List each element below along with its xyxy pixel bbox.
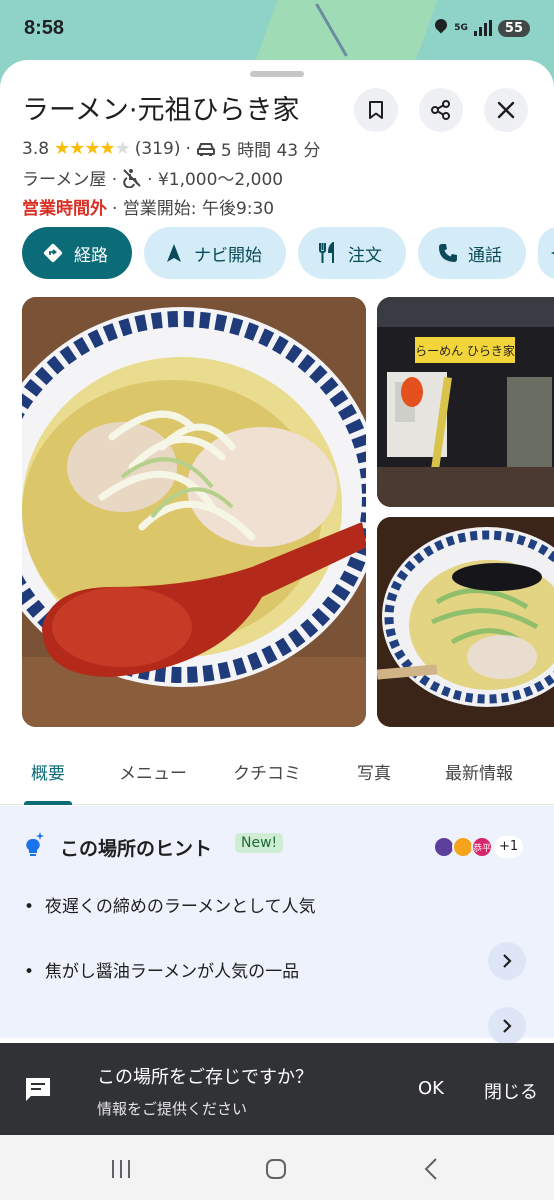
hours-row[interactable]: 営業時間外 · 営業開始: 午後9:30: [22, 194, 274, 219]
rating-stars[interactable]: ★★★★★: [54, 138, 131, 159]
place-tabs: 概要 メニュー クチコミ 写真 最新情報: [0, 757, 554, 805]
hint-text: 夜遅くの締めのラーメンとして人気: [44, 897, 316, 917]
ok-button[interactable]: OK: [418, 1078, 444, 1099]
car-icon: [196, 142, 215, 156]
feedback-chat-icon: [26, 1078, 50, 1101]
place-title: ラーメン·元祖ひらき家: [22, 95, 300, 126]
place-sheet: ラーメン·元祖ひらき家 3.8 ★★★★★ (319) · 5 時間 43 分: [0, 60, 554, 1140]
tab-updates[interactable]: 最新情報: [445, 759, 513, 784]
opening-time: · 営業開始: 午後9:30: [112, 199, 275, 219]
home-icon[interactable]: [265, 1158, 287, 1180]
status-time: 8:58: [24, 16, 65, 39]
recent-apps-icon[interactable]: [110, 1159, 132, 1179]
directions-label: 経路: [74, 245, 108, 266]
feedback-snackbar: この場所をご存じですか？ 情報をご提供ください OK 閉じる: [0, 1043, 554, 1135]
hint-item[interactable]: • 焦がし醤油ラーメンが人気の一品: [24, 957, 299, 982]
hint-expand-button[interactable]: [488, 942, 526, 980]
tab-overview[interactable]: 概要: [31, 759, 65, 784]
phone-icon: [439, 244, 457, 262]
location-icon: [434, 19, 448, 37]
restaurant-icon: [319, 242, 334, 263]
avatar: 恭平: [471, 836, 493, 858]
signal-icon: [473, 20, 492, 36]
more-actions-button[interactable]: [538, 227, 554, 279]
start-navigation-button[interactable]: ナビ開始: [144, 227, 286, 279]
photo-ramen-top-view[interactable]: [377, 517, 554, 727]
rating-value: 3.8: [22, 138, 50, 159]
review-count[interactable]: (319): [135, 139, 181, 159]
open-status: 営業時間外: [22, 199, 107, 219]
chevron-right-icon: [503, 954, 512, 968]
action-buttons: 経路 ナビ開始 注文 通話: [22, 227, 554, 279]
place-hints-card: この場所のヒント New! 恭平 +1 • 夜遅くの締めのラーメンとして人気 •…: [0, 806, 554, 1045]
photo-storefront[interactable]: らーめん ひらき家: [377, 297, 554, 507]
status-bar: 8:58 5G 55: [0, 0, 554, 56]
hint-text: 焦がし醤油ラーメンが人気の一品: [44, 962, 300, 982]
share-button[interactable]: [419, 88, 463, 132]
snackbar-subtitle: 情報をご提供ください: [97, 1100, 248, 1118]
rating-row: 3.8 ★★★★★ (319) · 5 時間 43 分: [22, 136, 321, 161]
call-button[interactable]: 通話: [418, 227, 526, 279]
category-row: ラーメン屋 · · ¥1,000〜2,000: [22, 165, 283, 190]
tab-photos[interactable]: 写真: [357, 759, 391, 784]
directions-button[interactable]: 経路: [22, 227, 132, 279]
share-icon: [431, 100, 450, 120]
storefront-sign: らーめん ひらき家: [415, 343, 515, 358]
drive-time: 5 時間 43 分: [220, 141, 321, 161]
share-icon: [551, 251, 554, 255]
bookmark-icon: [369, 101, 383, 119]
contributor-avatars[interactable]: 恭平 +1: [433, 836, 524, 858]
order-button[interactable]: 注文: [298, 227, 406, 279]
navigation-icon: [167, 244, 181, 262]
more-contributors-count: +1: [494, 836, 524, 858]
close-button[interactable]: [484, 88, 528, 132]
call-label: 通話: [468, 245, 502, 266]
category: ラーメン屋 ·: [22, 170, 118, 190]
active-tab-indicator: [24, 801, 72, 805]
network-type: 5G: [454, 22, 468, 33]
new-badge: New!: [235, 833, 284, 853]
back-icon[interactable]: [423, 1158, 439, 1180]
battery-indicator: 55: [497, 19, 530, 37]
drag-handle[interactable]: [250, 71, 304, 77]
photo-ramen-bowl[interactable]: [22, 297, 366, 727]
navigation-label: ナビ開始: [194, 245, 262, 266]
chevron-right-icon: [503, 1019, 512, 1033]
dismiss-button[interactable]: 閉じる: [484, 1078, 538, 1104]
tab-reviews[interactable]: クチコミ: [233, 759, 301, 784]
snackbar-title: この場所をご存じですか？: [97, 1067, 313, 1088]
directions-icon: [43, 243, 63, 263]
tab-menu[interactable]: メニュー: [119, 759, 187, 784]
hints-title: この場所のヒント: [60, 838, 213, 860]
close-icon: [497, 101, 515, 119]
sparkle-bulb-icon: [26, 832, 44, 856]
system-navigation-bar: [0, 1135, 554, 1200]
hint-expand-button[interactable]: [488, 1007, 526, 1045]
price-range: · ¥1,000〜2,000: [147, 170, 284, 190]
hint-item[interactable]: • 夜遅くの締めのラーメンとして人気: [24, 892, 316, 917]
wheelchair-not-accessible-icon: [123, 168, 141, 188]
separator: ·: [185, 138, 191, 159]
status-icons: 5G 55: [434, 19, 530, 37]
save-button[interactable]: [354, 88, 398, 132]
order-label: 注文: [348, 245, 382, 266]
